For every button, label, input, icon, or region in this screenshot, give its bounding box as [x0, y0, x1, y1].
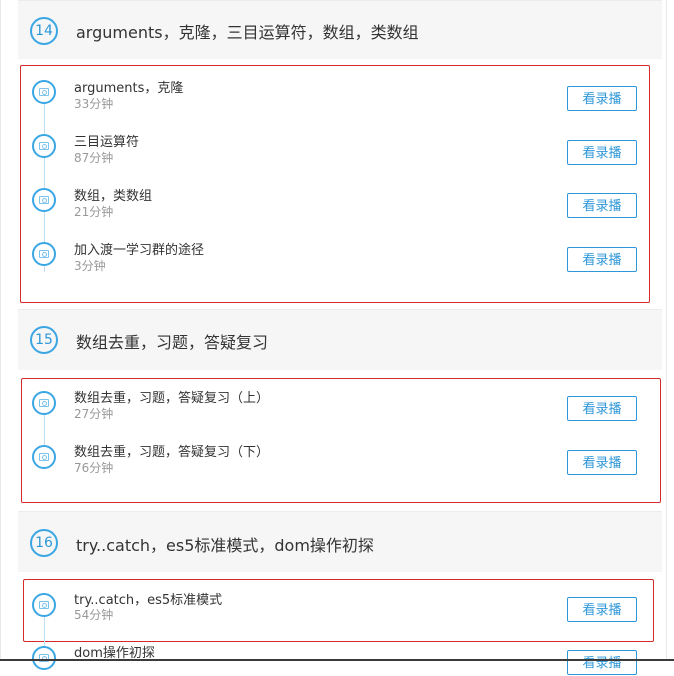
- video-icon: [32, 391, 56, 415]
- chapter-title: try..catch，es5标准模式，dom操作初探: [76, 536, 374, 555]
- chapter-header[interactable]: 14 arguments，克隆，三目运算符，数组，类数组: [18, 0, 662, 59]
- video-icon: [32, 593, 56, 617]
- chapter-number-badge: 14: [30, 17, 58, 45]
- chapter-number-badge: 15: [30, 326, 58, 354]
- watch-replay-button[interactable]: 看录播: [567, 140, 637, 165]
- lesson-duration: 21分钟: [74, 205, 114, 219]
- lesson-title[interactable]: 数组去重，习题，答疑复习（下）: [74, 441, 269, 460]
- chapter-title: 数组去重，习题，答疑复习: [76, 333, 269, 352]
- lesson-duration: 87分钟: [74, 151, 114, 165]
- watch-replay-button[interactable]: 看录播: [567, 450, 637, 475]
- video-icon: [32, 242, 56, 266]
- video-icon: [32, 445, 56, 469]
- video-icon: [32, 80, 56, 104]
- lesson-duration: 33分钟: [74, 97, 114, 111]
- chapter-number-badge: 16: [30, 529, 58, 557]
- video-icon: [32, 188, 56, 212]
- lesson-title[interactable]: 加入渡一学习群的途径: [74, 239, 204, 258]
- lesson-duration: 3分钟: [74, 259, 106, 273]
- lesson-title[interactable]: 三目运算符: [74, 131, 139, 150]
- chapter-header[interactable]: 16 try..catch，es5标准模式，dom操作初探: [18, 511, 662, 572]
- chapter-header[interactable]: 15 数组去重，习题，答疑复习: [18, 309, 662, 370]
- watch-replay-button[interactable]: 看录播: [567, 597, 637, 622]
- watch-replay-button[interactable]: 看录播: [567, 396, 637, 421]
- page-right-border: [666, 0, 667, 661]
- lesson-title[interactable]: 数组，类数组: [74, 185, 152, 204]
- watch-replay-button[interactable]: 看录播: [567, 193, 637, 218]
- lesson-duration: 27分钟: [74, 407, 114, 421]
- video-icon: [32, 646, 56, 670]
- lesson-title[interactable]: 数组去重，习题，答疑复习（上）: [74, 387, 269, 406]
- watch-replay-button[interactable]: 看录播: [567, 247, 637, 272]
- lesson-title[interactable]: arguments，克隆: [74, 77, 183, 96]
- video-icon: [32, 134, 56, 158]
- chapter-title: arguments，克隆，三目运算符，数组，类数组: [76, 23, 419, 42]
- lesson-duration: 76分钟: [74, 461, 114, 475]
- page-left-border: [0, 0, 1, 661]
- watch-replay-button[interactable]: 看录播: [567, 650, 637, 675]
- watch-replay-button[interactable]: 看录播: [567, 86, 637, 111]
- lesson-group: [20, 65, 650, 303]
- lesson-duration: 54分钟: [74, 608, 114, 622]
